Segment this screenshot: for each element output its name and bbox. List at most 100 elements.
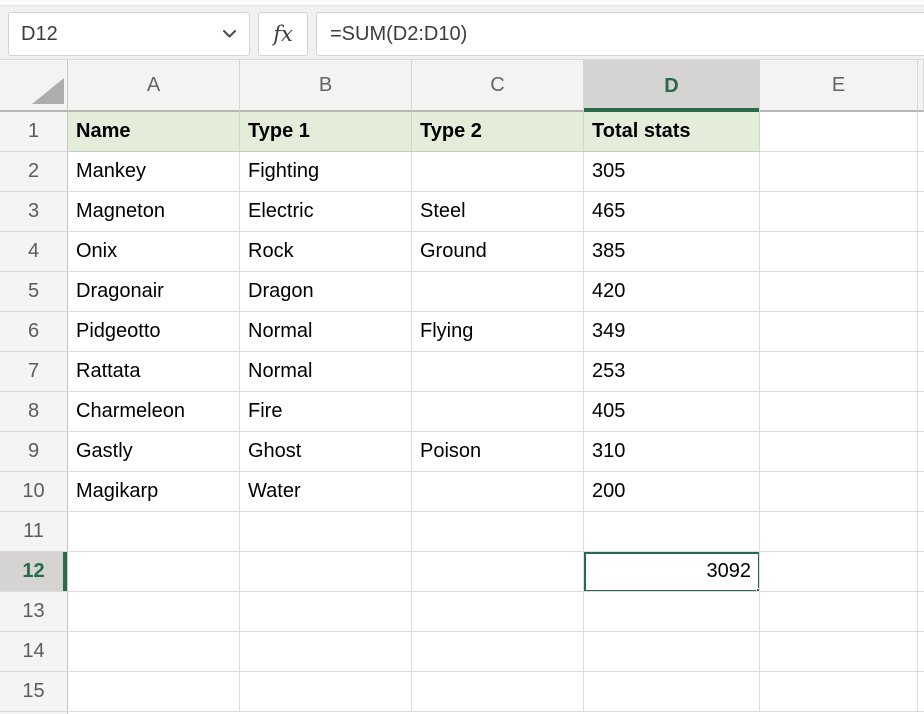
row-header-14[interactable]: 14 (0, 632, 68, 672)
cell-A10[interactable]: Magikarp (68, 472, 240, 512)
select-all-corner[interactable] (0, 60, 68, 112)
cell-partial-9[interactable] (918, 432, 924, 472)
cell-E13[interactable] (760, 592, 918, 632)
cell-D6[interactable]: 349 (584, 312, 760, 352)
row-header-6[interactable]: 6 (0, 312, 68, 352)
cell-E7[interactable] (760, 352, 918, 392)
cell-A4[interactable]: Onix (68, 232, 240, 272)
cell-D15[interactable] (584, 672, 760, 712)
row-header-7[interactable]: 7 (0, 352, 68, 392)
cell-C11[interactable] (412, 512, 584, 552)
cell-E10[interactable] (760, 472, 918, 512)
cell-B3[interactable]: Electric (240, 192, 412, 232)
row-header-2[interactable]: 2 (0, 152, 68, 192)
cell-E12[interactable] (760, 552, 918, 592)
row-header-4[interactable]: 4 (0, 232, 68, 272)
cell-C10[interactable] (412, 472, 584, 512)
cell-A3[interactable]: Magneton (68, 192, 240, 232)
cell-D14[interactable] (584, 632, 760, 672)
cell-C14[interactable] (412, 632, 584, 672)
cell-C12[interactable] (412, 552, 584, 592)
cell-C4[interactable]: Ground (412, 232, 584, 272)
cell-E8[interactable] (760, 392, 918, 432)
cell-partial-13[interactable] (918, 592, 924, 632)
cell-B13[interactable] (240, 592, 412, 632)
cell-A15[interactable] (68, 672, 240, 712)
row-header-12[interactable]: 12 (0, 552, 68, 592)
cell-partial-8[interactable] (918, 392, 924, 432)
cell-D8[interactable]: 405 (584, 392, 760, 432)
name-box[interactable] (8, 12, 250, 56)
cell-C9[interactable]: Poison (412, 432, 584, 472)
formula-input[interactable] (317, 13, 924, 55)
row-header-3[interactable]: 3 (0, 192, 68, 232)
cell-partial-5[interactable] (918, 272, 924, 312)
cell-E9[interactable] (760, 432, 918, 472)
cell-partial-1[interactable] (918, 112, 924, 152)
cell-C15[interactable] (412, 672, 584, 712)
cell-A9[interactable]: Gastly (68, 432, 240, 472)
cell-B1[interactable]: Type 1 (240, 112, 412, 152)
column-header-A[interactable]: A (68, 60, 240, 112)
cell-E4[interactable] (760, 232, 918, 272)
row-header-11[interactable]: 11 (0, 512, 68, 552)
cell-B8[interactable]: Fire (240, 392, 412, 432)
cell-A6[interactable]: Pidgeotto (68, 312, 240, 352)
cell-A13[interactable] (68, 592, 240, 632)
column-header-B[interactable]: B (240, 60, 412, 112)
cell-A12[interactable] (68, 552, 240, 592)
cell-B2[interactable]: Fighting (240, 152, 412, 192)
cell-E5[interactable] (760, 272, 918, 312)
column-header-D[interactable]: D (584, 60, 760, 112)
cell-partial-4[interactable] (918, 232, 924, 272)
row-header-9[interactable]: 9 (0, 432, 68, 472)
cell-A8[interactable]: Charmeleon (68, 392, 240, 432)
cell-B6[interactable]: Normal (240, 312, 412, 352)
cell-B14[interactable] (240, 632, 412, 672)
cell-C6[interactable]: Flying (412, 312, 584, 352)
cell-C5[interactable] (412, 272, 584, 312)
row-header-5[interactable]: 5 (0, 272, 68, 312)
cell-C1[interactable]: Type 2 (412, 112, 584, 152)
cell-D12[interactable]: 3092 (584, 552, 760, 592)
cell-D13[interactable] (584, 592, 760, 632)
cell-D11[interactable] (584, 512, 760, 552)
cell-B15[interactable] (240, 672, 412, 712)
cell-D1[interactable]: Total stats (584, 112, 760, 152)
cell-E2[interactable] (760, 152, 918, 192)
insert-function-button[interactable]: fx (258, 12, 308, 56)
column-header-E[interactable]: E (760, 60, 918, 112)
row-header-10[interactable]: 10 (0, 472, 68, 512)
cell-B12[interactable] (240, 552, 412, 592)
cell-partial-14[interactable] (918, 632, 924, 672)
cell-D9[interactable]: 310 (584, 432, 760, 472)
cell-D5[interactable]: 420 (584, 272, 760, 312)
cell-C7[interactable] (412, 352, 584, 392)
cell-B5[interactable]: Dragon (240, 272, 412, 312)
cell-partial-10[interactable] (918, 472, 924, 512)
cell-partial-2[interactable] (918, 152, 924, 192)
cell-E1[interactable] (760, 112, 918, 152)
cell-C2[interactable] (412, 152, 584, 192)
row-header-13[interactable]: 13 (0, 592, 68, 632)
cell-B10[interactable]: Water (240, 472, 412, 512)
cell-C8[interactable] (412, 392, 584, 432)
cell-A2[interactable]: Mankey (68, 152, 240, 192)
row-header-8[interactable]: 8 (0, 392, 68, 432)
cell-A14[interactable] (68, 632, 240, 672)
cell-D10[interactable]: 200 (584, 472, 760, 512)
cell-E15[interactable] (760, 672, 918, 712)
cell-partial-15[interactable] (918, 672, 924, 712)
cell-E3[interactable] (760, 192, 918, 232)
cell-D3[interactable]: 465 (584, 192, 760, 232)
column-header-partial[interactable] (918, 60, 924, 112)
cell-D2[interactable]: 305 (584, 152, 760, 192)
fill-handle[interactable] (756, 588, 760, 592)
cell-E6[interactable] (760, 312, 918, 352)
cell-partial-11[interactable] (918, 512, 924, 552)
row-header-15[interactable]: 15 (0, 672, 68, 712)
cell-C3[interactable]: Steel (412, 192, 584, 232)
cell-A1[interactable]: Name (68, 112, 240, 152)
cell-C13[interactable] (412, 592, 584, 632)
cell-A11[interactable] (68, 512, 240, 552)
